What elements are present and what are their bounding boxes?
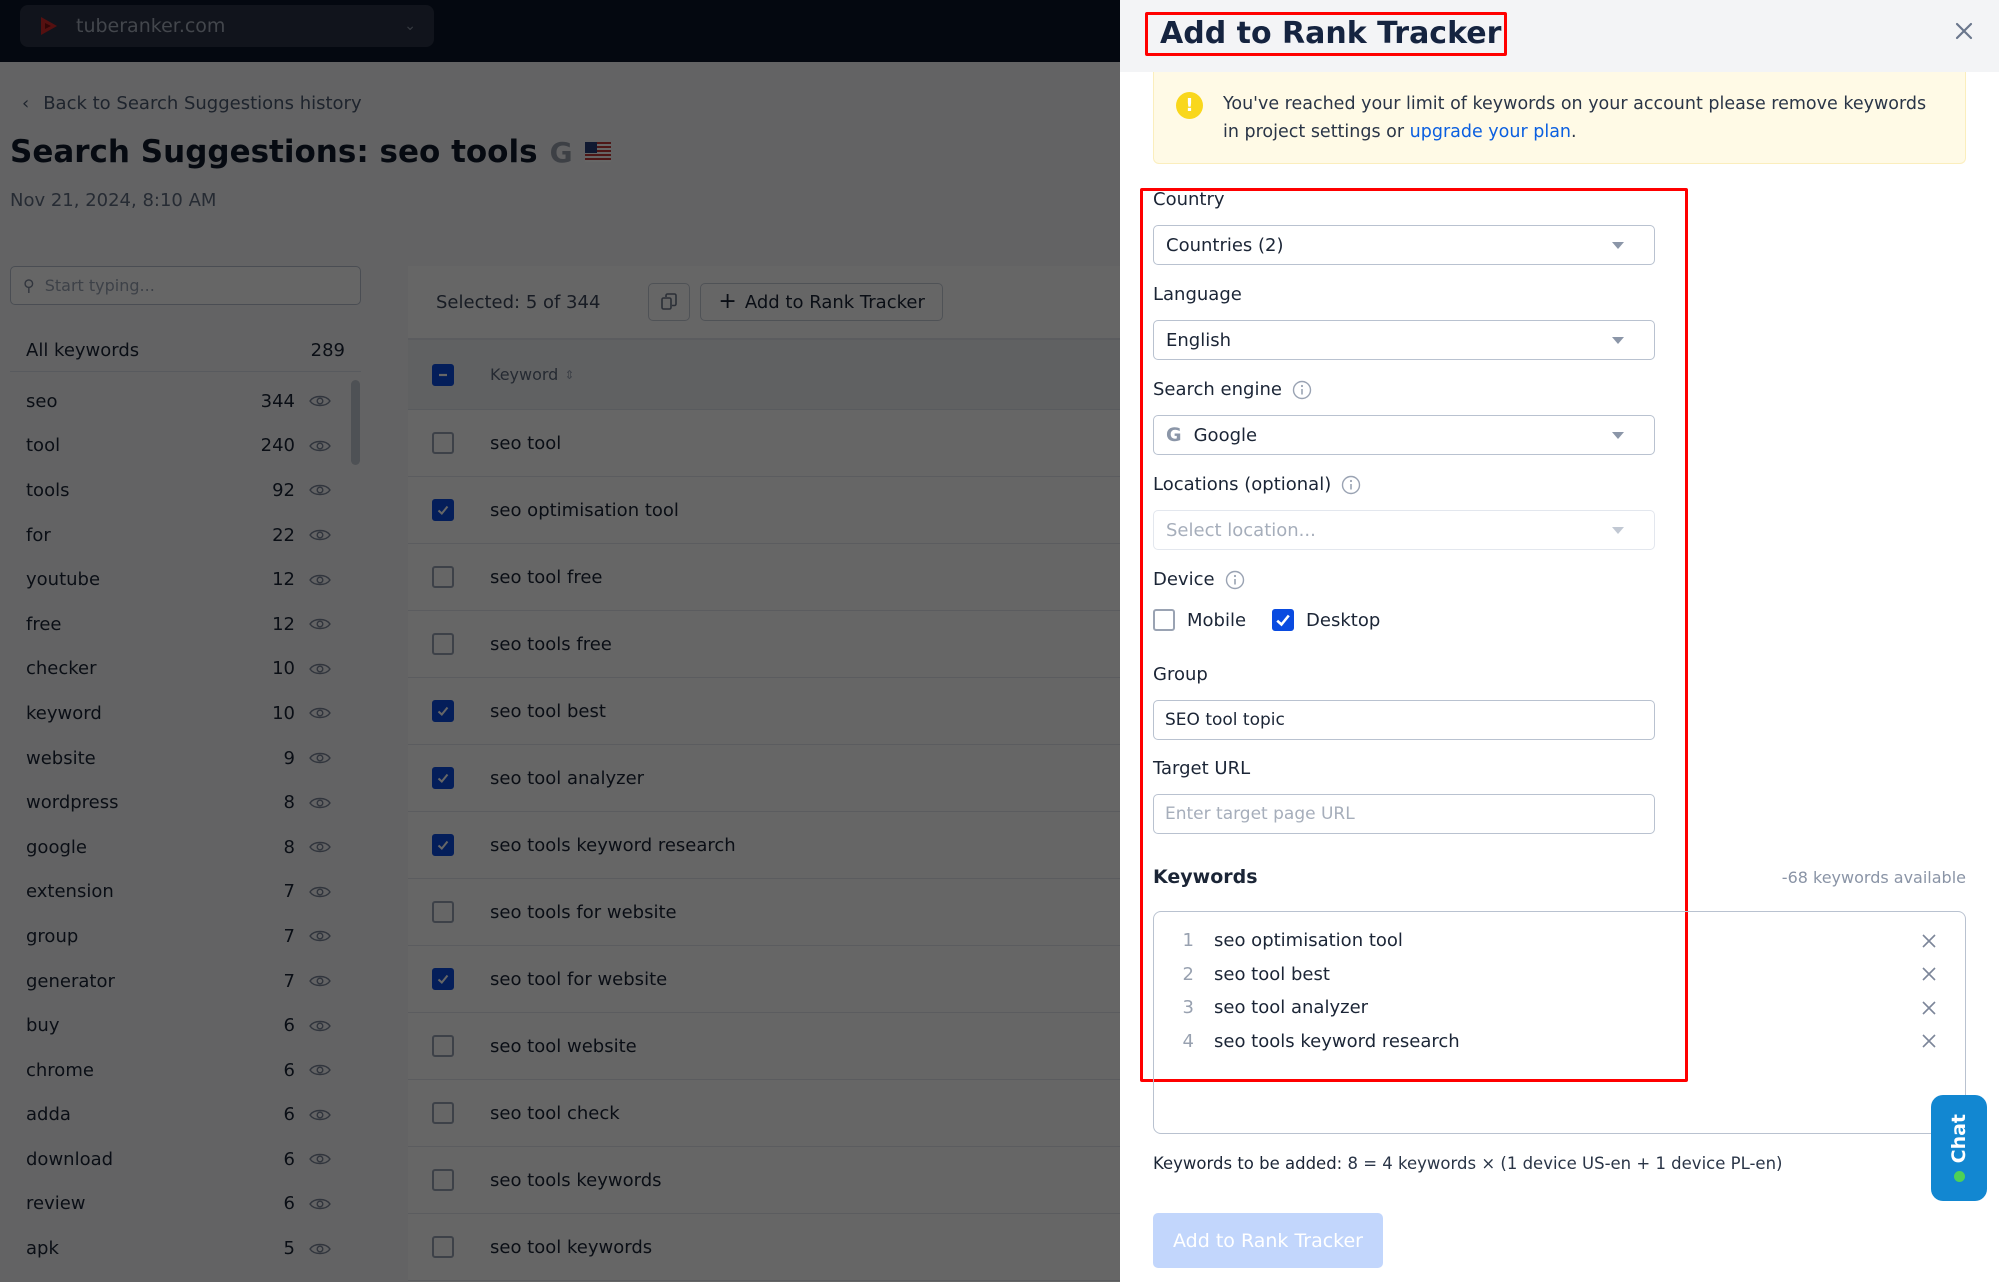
search-engine-select-value: G Google: [1166, 424, 1612, 446]
device-options: Mobile Desktop: [1153, 609, 1406, 631]
locations-label: Locations (optional): [1153, 474, 1361, 495]
search-engine-label: Search engine: [1153, 379, 1312, 400]
close-icon: [1922, 1001, 1936, 1015]
keywords-summary-value: 8 = 4 keywords × (1 device US-en + 1 dev…: [1347, 1154, 1783, 1173]
info-icon[interactable]: [1225, 570, 1245, 590]
add-to-rank-tracker-submit-button[interactable]: Add to Rank Tracker: [1153, 1213, 1383, 1268]
warning-suffix: .: [1571, 122, 1577, 142]
keyword-index: 4: [1182, 1030, 1194, 1052]
language-select-value: English: [1166, 329, 1231, 351]
close-button[interactable]: [1951, 18, 1977, 44]
country-label: Country: [1153, 189, 1225, 210]
caret-down-icon: [1612, 526, 1624, 534]
language-select[interactable]: English: [1153, 320, 1655, 360]
keyword-index: 3: [1182, 997, 1194, 1019]
drawer-header: Add to Rank Tracker: [1120, 0, 1999, 72]
search-engine-value-text: Google: [1193, 424, 1258, 446]
drawer-title: Add to Rank Tracker: [1145, 12, 1507, 56]
upgrade-plan-link[interactable]: upgrade your plan: [1410, 122, 1571, 142]
locations-label-text: Locations (optional): [1153, 474, 1332, 495]
close-icon: [1922, 1034, 1936, 1048]
warning-icon: !: [1176, 92, 1203, 119]
keyword-index: 2: [1182, 963, 1194, 985]
keywords-label: Keywords: [1153, 866, 1258, 888]
info-icon[interactable]: [1292, 380, 1312, 400]
desktop-checkbox[interactable]: [1272, 609, 1295, 631]
remove-keyword-button[interactable]: [1919, 964, 1939, 984]
caret-down-icon: [1612, 241, 1624, 249]
mobile-checkbox[interactable]: [1153, 609, 1175, 631]
keyword-text: seo tool analyzer: [1214, 997, 1369, 1019]
keywords-summary: Keywords to be added: 8 = 4 keywords × (…: [1153, 1154, 1782, 1173]
info-icon[interactable]: [1341, 475, 1361, 495]
keywords-available: -68 keywords available: [1781, 868, 1966, 887]
keywords-list-box[interactable]: 1 seo optimisation tool 2 seo tool best 3 seo…: [1153, 911, 1966, 1134]
device-option-label: Mobile: [1187, 609, 1247, 631]
chat-widget-button[interactable]: Chat: [1931, 1095, 1987, 1201]
device-label: Device: [1153, 569, 1245, 590]
group-input[interactable]: [1153, 700, 1655, 740]
language-label-text: Language: [1153, 284, 1242, 305]
caret-down-icon: [1612, 431, 1624, 439]
google-icon: G: [1166, 424, 1182, 446]
keyword-text: seo tool best: [1214, 963, 1330, 985]
target-url-input[interactable]: [1153, 794, 1655, 834]
target-url-label-text: Target URL: [1153, 758, 1251, 779]
locations-select-placeholder: Select location...: [1166, 519, 1316, 541]
device-option-mobile[interactable]: Mobile: [1153, 609, 1246, 631]
group-label-text: Group: [1153, 664, 1208, 685]
country-select[interactable]: Countries (2): [1153, 225, 1655, 265]
close-icon: [1955, 22, 1973, 40]
remove-keyword-button[interactable]: [1919, 998, 1939, 1018]
online-status-dot: [1953, 1171, 1965, 1183]
locations-select[interactable]: Select location...: [1153, 510, 1655, 550]
target-url-label: Target URL: [1153, 758, 1250, 779]
keyword-list-item: 2 seo tool best: [1154, 958, 1965, 992]
keyword-limit-warning: ! You've reached your limit of keywords …: [1153, 72, 1966, 164]
caret-down-icon: [1612, 336, 1624, 344]
keyword-list-item: 3 seo tool analyzer: [1154, 991, 1965, 1025]
chat-label: Chat: [1948, 1113, 1970, 1164]
modal-backdrop[interactable]: [0, 0, 1120, 1282]
keywords-summary-label: Keywords to be added:: [1153, 1154, 1343, 1173]
device-option-desktop[interactable]: Desktop: [1272, 609, 1380, 631]
search-engine-select[interactable]: G Google: [1153, 415, 1655, 455]
checkmark-icon: [1276, 614, 1290, 627]
device-label-text: Device: [1153, 569, 1215, 590]
search-engine-label-text: Search engine: [1153, 379, 1282, 400]
country-select-value: Countries (2): [1166, 234, 1284, 256]
warning-message: You've reached your limit of keywords on…: [1223, 90, 1935, 163]
close-icon: [1922, 934, 1936, 948]
keyword-list-item: 4 seo tools keyword research: [1154, 1025, 1965, 1059]
language-label: Language: [1153, 284, 1242, 305]
keyword-index: 1: [1182, 930, 1194, 952]
add-to-rank-tracker-drawer: Add to Rank Tracker ! You've reached you…: [1120, 0, 1999, 1282]
device-option-label: Desktop: [1306, 609, 1381, 631]
keyword-text: seo optimisation tool: [1214, 930, 1403, 952]
remove-keyword-button[interactable]: [1919, 931, 1939, 951]
keyword-text: seo tools keyword research: [1214, 1030, 1460, 1052]
close-icon: [1922, 967, 1936, 981]
country-label-text: Country: [1153, 189, 1225, 210]
group-label: Group: [1153, 664, 1208, 685]
remove-keyword-button[interactable]: [1919, 1031, 1939, 1051]
keyword-list-item: 1 seo optimisation tool: [1154, 924, 1965, 958]
